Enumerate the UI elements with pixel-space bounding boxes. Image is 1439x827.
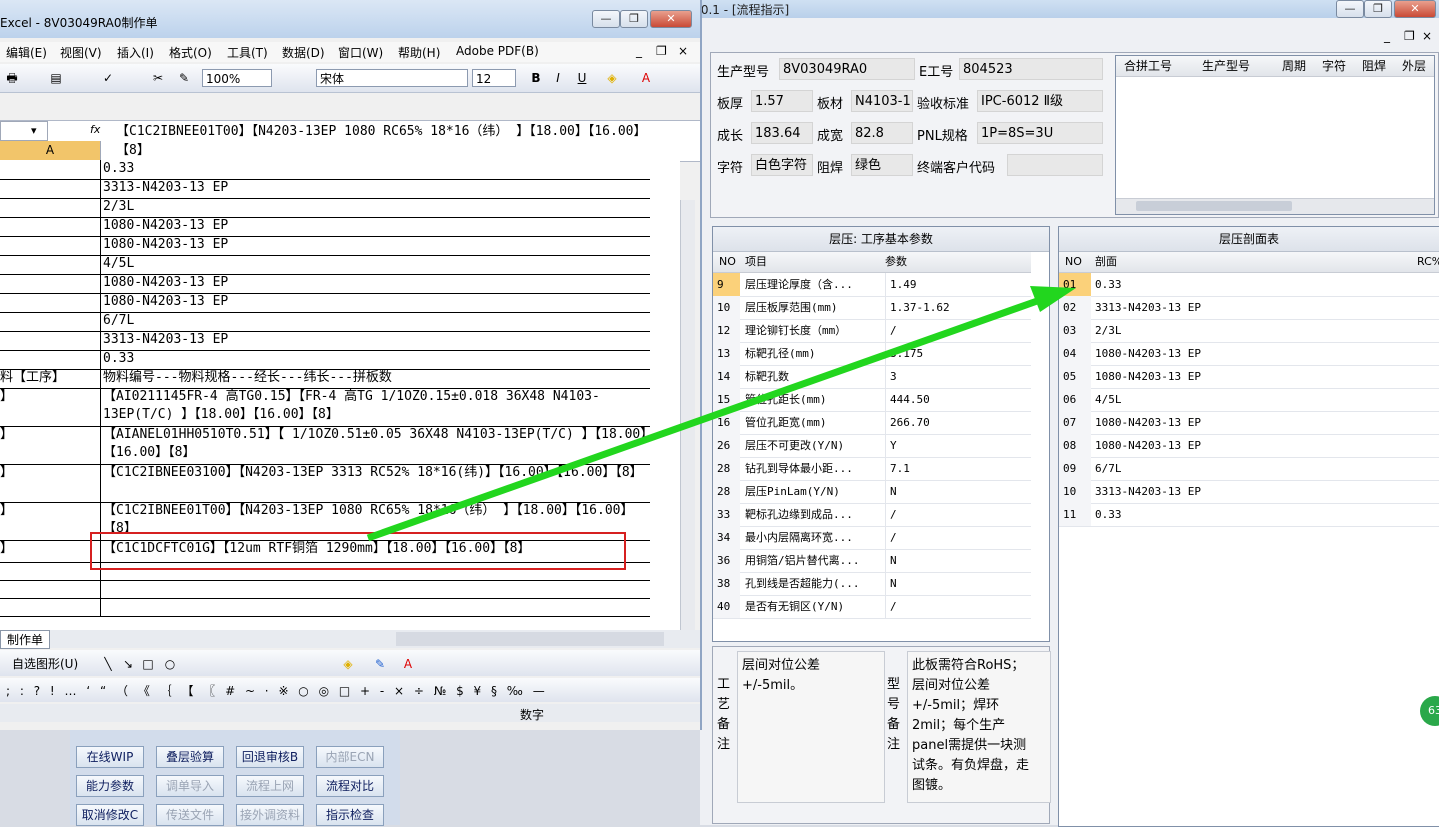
- annotation-arrow-head: [1030, 286, 1076, 312]
- annotation-arrow-overlay: [366, 286, 1076, 542]
- annotation-arrow-line: [366, 296, 1042, 542]
